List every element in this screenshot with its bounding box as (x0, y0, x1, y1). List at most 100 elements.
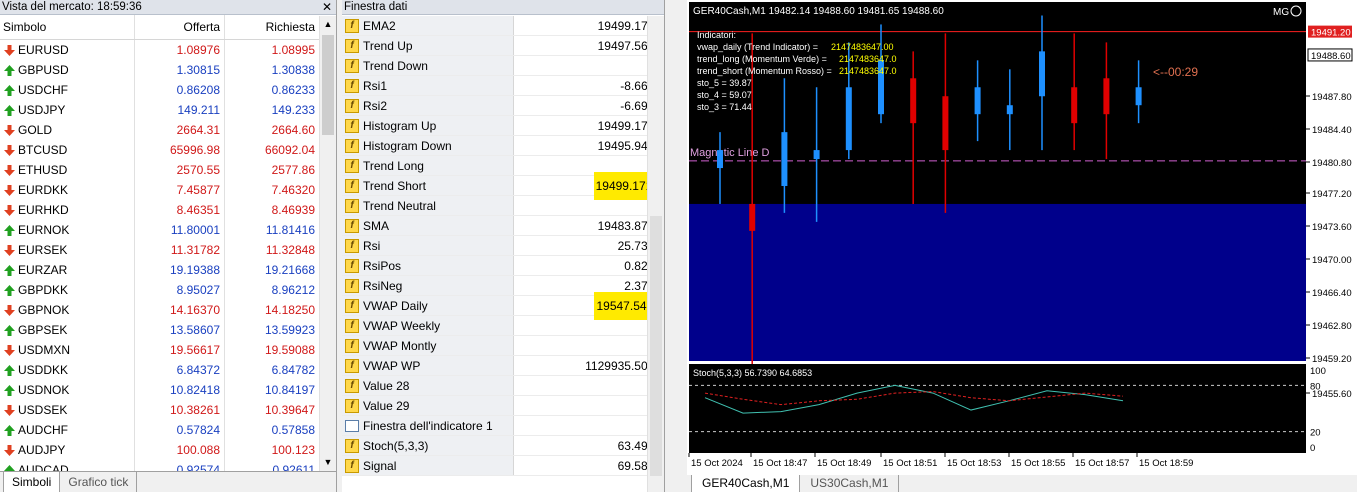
data-label: Finestra dell'indicatore 1 (363, 418, 493, 433)
support-zone (689, 203, 1306, 361)
time-tick-label: 15 Oct 18:55 (1011, 458, 1065, 469)
symbol-cell: AUDCHF (0, 420, 135, 440)
data-row: f Signal 69.5872 (342, 456, 664, 476)
data-row: f VWAP Weekly (342, 316, 664, 336)
symbol-row[interactable]: USDNOK 10.82418 10.84197 (0, 380, 319, 400)
symbol-row[interactable]: USDJPY 149.211 149.233 (0, 100, 319, 120)
countdown-label: <--00:29 (1153, 65, 1198, 79)
data-name-cell: f VWAP Montly (342, 336, 514, 355)
data-label: Rsi (363, 238, 381, 253)
symbol-row[interactable]: BTCUSD 65996.98 66092.04 (0, 140, 319, 160)
data-name-cell: f Trend Up (342, 36, 514, 55)
function-icon: f (345, 78, 359, 93)
symbol-row[interactable]: USDCHF 0.86208 0.86233 (0, 80, 319, 100)
symbol-name: USDMXN (18, 343, 71, 357)
data-value-cell (514, 396, 664, 415)
candle-body (1006, 105, 1013, 115)
candle-body (1039, 51, 1045, 97)
symbol-row[interactable]: GBPDKK 8.95027 8.96212 (0, 280, 319, 300)
symbol-row[interactable]: EURDKK 7.45877 7.46320 (0, 180, 319, 200)
ask-cell: 11.81416 (265, 223, 315, 237)
col-header-symbol[interactable]: Simbolo (0, 15, 135, 39)
bid-cell: 7.45877 (135, 180, 225, 200)
symbol-row[interactable]: GBPSEK 13.58607 13.59923 (0, 320, 319, 340)
data-value-cell (514, 196, 664, 215)
symbol-row[interactable]: USDSEK 10.38261 10.39647 (0, 400, 319, 420)
data-row: f Rsi 25.7399 (342, 236, 664, 256)
symbol-cell: GBPNOK (0, 300, 135, 320)
scroll-up-icon[interactable]: ▲ (320, 16, 336, 33)
market-watch-scrollbar[interactable]: ▲ ▼ (319, 16, 336, 471)
col-header-ask[interactable]: Richiesta (225, 15, 319, 39)
function-icon: f (345, 58, 359, 73)
ask-cell: 19.59088 (264, 343, 315, 357)
symbol-row[interactable]: USDMXN 19.56617 19.59088 (0, 340, 319, 360)
function-icon: f (345, 378, 359, 393)
function-icon: f (345, 138, 359, 153)
ask-cell: 2577.86 (271, 163, 315, 177)
scrollbar-thumb[interactable] (650, 216, 662, 476)
symbol-row[interactable]: EURZAR 19.19388 19.21668 (0, 260, 319, 280)
tab-tick-chart[interactable]: Grafico tick (60, 472, 138, 492)
data-value-cell: 19499.1719 (514, 16, 664, 35)
function-icon: f (345, 438, 359, 453)
data-label: VWAP Daily (363, 298, 428, 313)
symbol-row[interactable]: AUDJPY 100.088 100.123 (0, 440, 319, 460)
symbol-row[interactable]: EURNOK 11.80001 11.81416 (0, 220, 319, 240)
tab-symbols[interactable]: Simboli (3, 472, 61, 492)
close-icon[interactable]: ✕ (322, 0, 332, 14)
bid-cell: 0.57824 (135, 420, 225, 440)
symbol-row[interactable]: EURSEK 11.31782 11.32848 (0, 240, 319, 260)
data-name-cell: f Rsi (342, 236, 514, 255)
data-name-cell: f Trend Down (342, 56, 514, 75)
symbol-name: USDJPY (18, 103, 66, 117)
stoch-level-label: 0 (1310, 443, 1315, 454)
data-label: Signal (363, 458, 397, 473)
arrow-down-icon (4, 344, 15, 356)
scrollbar-thumb[interactable] (322, 35, 334, 135)
symbol-row[interactable]: USDDKK 6.84372 6.84782 (0, 360, 319, 380)
arrow-up-icon (4, 64, 15, 76)
function-icon: f (345, 158, 359, 173)
data-name-cell: f SMA (342, 216, 514, 235)
ask-cell: 2664.60 (271, 123, 315, 137)
tab-us30cash[interactable]: US30Cash,M1 (800, 475, 900, 492)
data-window-scrollbar[interactable] (647, 16, 664, 492)
symbol-cell: EURSEK (0, 240, 135, 260)
symbol-cell: USDJPY (0, 100, 135, 120)
data-row: f Stoch(5,3,3) 63.4915 (342, 436, 664, 456)
price-tick-label: 19466.40 (1312, 288, 1352, 299)
symbol-cell: EURHKD (0, 200, 135, 220)
tab-ger40cash[interactable]: GER40Cash,M1 (691, 475, 801, 492)
data-name-cell: f RsiPos (342, 256, 514, 275)
market-watch-tabs: Simboli Grafico tick (0, 471, 336, 492)
data-value-cell: 19483.8771 (514, 216, 664, 235)
price-chart[interactable]: Magnetic Line D GER40Cash,M1 19482.14 194… (687, 0, 1357, 475)
symbol-name: GBPSEK (18, 323, 68, 337)
data-value-cell: -6.6902 (514, 96, 664, 115)
symbol-name: EURNOK (18, 223, 70, 237)
symbol-cell: EURNOK (0, 220, 135, 240)
symbol-row[interactable]: GBPUSD 1.30815 1.30838 (0, 60, 319, 80)
symbol-row[interactable]: AUDCHF 0.57824 0.57858 (0, 420, 319, 440)
arrow-up-icon (4, 264, 15, 276)
symbol-row[interactable]: ETHUSD 2570.55 2577.86 (0, 160, 319, 180)
market-watch-title: Vista del mercato: 18:59:36 ✕ (0, 0, 336, 15)
symbol-name: USDSEK (18, 403, 68, 417)
data-name-cell: f Value 28 (342, 376, 514, 395)
price-tick-label: 19462.80 (1312, 321, 1352, 332)
scroll-down-icon[interactable]: ▼ (320, 454, 336, 471)
function-icon: f (345, 218, 359, 233)
function-icon: f (345, 398, 359, 413)
ask-cell: 8.96212 (271, 283, 315, 297)
symbol-row[interactable]: EURHKD 8.46351 8.46939 (0, 200, 319, 220)
symbol-row[interactable]: GBPNOK 14.16370 14.18250 (0, 300, 319, 320)
arrow-down-icon (4, 444, 15, 456)
data-label: Rsi2 (363, 98, 388, 113)
price-tick-label: 19470.00 (1312, 255, 1352, 266)
data-label: Value 28 (363, 378, 410, 393)
indicator-line-label: sto_5 = 39.87 (697, 78, 752, 88)
col-header-bid[interactable]: Offerta (135, 15, 225, 39)
symbol-row[interactable]: EURUSD 1.08976 1.08995 (0, 40, 319, 60)
symbol-row[interactable]: GOLD 2664.31 2664.60 (0, 120, 319, 140)
